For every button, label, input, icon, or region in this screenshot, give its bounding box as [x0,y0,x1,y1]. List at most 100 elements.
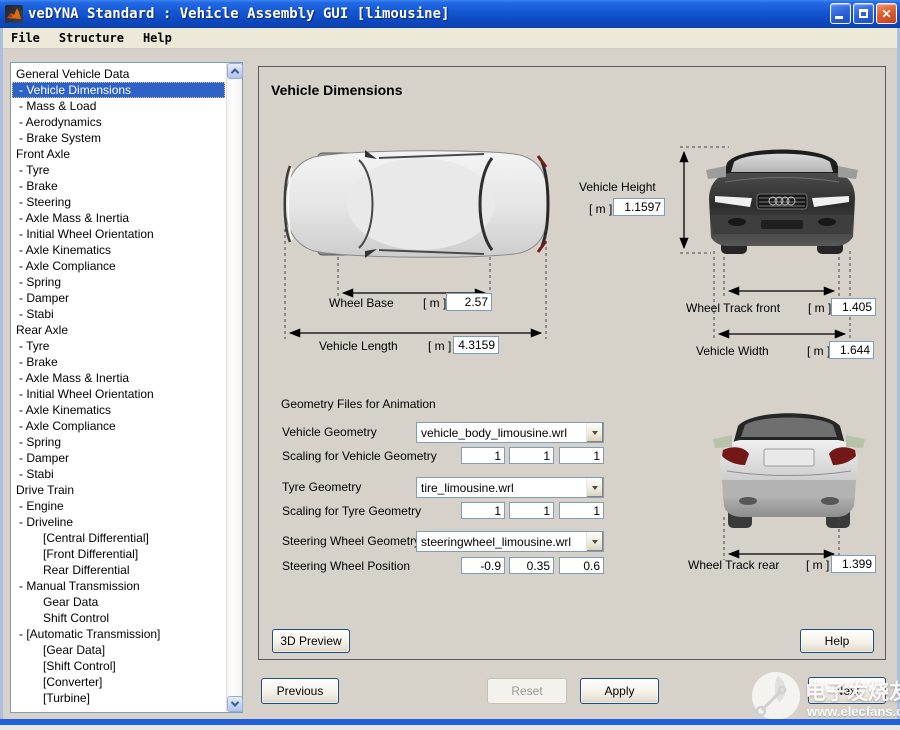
list-item[interactable]: - Stabi [12,306,225,322]
vehicle-length-label: Vehicle Length [319,339,398,353]
list-item[interactable]: - Driveline [12,514,225,530]
vehicle-scaling-y-input[interactable] [509,447,554,464]
list-item[interactable]: - Engine [12,498,225,514]
previous-button[interactable]: Previous [261,678,339,704]
list-item[interactable]: - Axle Compliance [12,258,225,274]
list-item[interactable]: - Brake [12,354,225,370]
list-item[interactable]: Front Axle [12,146,225,162]
vehicle-dimensions-panel: Vehicle Dimensions [258,66,886,660]
sidebar-list: General Vehicle Data- Vehicle Dimensions… [12,66,225,710]
preview-3d-button[interactable]: 3D Preview [272,629,350,653]
close-button[interactable]: ✕ [876,3,897,24]
wheel-track-front-label: Wheel Track front [686,301,780,315]
list-item[interactable]: - Aerodynamics [12,114,225,130]
vehicle-scaling-x-input[interactable] [461,447,505,464]
scrollbar[interactable] [226,63,242,712]
window-border-shadow [0,725,900,730]
wheel-base-input[interactable] [446,293,492,311]
list-item[interactable]: - Steering [12,194,225,210]
list-item[interactable]: - Vehicle Dimensions [12,82,225,98]
reset-button[interactable]: Reset [487,678,567,704]
steering-position-y-input[interactable] [509,557,554,574]
vehicle-length-input[interactable] [453,336,499,354]
steering-geometry-dropdown[interactable]: steeringwheel_limousine.wrl [416,531,604,552]
list-item[interactable]: - Spring [12,434,225,450]
list-item[interactable]: [Gear Data] [12,642,225,658]
menu-file[interactable]: File [8,30,43,46]
tyre-scaling-x-input[interactable] [461,502,505,519]
wheel-track-rear-unit: [ m ] [806,558,829,572]
list-item[interactable]: - Brake [12,178,225,194]
list-item[interactable]: - Tyre [12,338,225,354]
list-item[interactable]: [Central Differential] [12,530,225,546]
list-item[interactable]: [Converter] [12,674,225,690]
wheel-track-front-input[interactable] [831,298,876,316]
steering-geometry-dropdown-button[interactable] [586,532,603,551]
close-icon: ✕ [881,8,891,20]
list-item[interactable]: Rear Axle [12,322,225,338]
vehicle-height-input[interactable] [613,198,665,216]
vehicle-height-unit: [ m ] [589,202,612,216]
tyre-geometry-dropdown[interactable]: tire_limousine.wrl [416,477,604,498]
list-item[interactable]: [Turbine] [12,690,225,706]
tyre-scaling-label: Scaling for Tyre Geometry [282,504,421,518]
wheel-track-front-unit: [ m ] [808,301,831,315]
list-item[interactable]: General Vehicle Data [12,66,225,82]
wheel-base-unit: [ m ] [423,296,446,310]
list-item[interactable]: [Front Differential] [12,546,225,562]
tyre-scaling-y-input[interactable] [509,502,554,519]
scroll-up-button[interactable] [227,63,243,79]
apply-button[interactable]: Apply [580,678,659,704]
wheel-base-label: Wheel Base [329,296,394,310]
next-button[interactable]: Next [808,677,886,704]
minimize-button[interactable] [830,3,851,24]
vehicle-scaling-label: Scaling for Vehicle Geometry [282,449,437,463]
list-item[interactable]: - Brake System [12,130,225,146]
wheel-track-rear-input[interactable] [831,555,876,573]
menu-help[interactable]: Help [140,30,175,46]
menu-structure[interactable]: Structure [56,30,127,46]
chevron-down-icon [592,431,598,435]
vehicle-width-input[interactable] [829,341,874,359]
list-item[interactable]: - Mass & Load [12,98,225,114]
chevron-up-icon [231,68,239,76]
tyre-scaling-z-input[interactable] [559,502,604,519]
vehicle-height-label: Vehicle Height [579,180,656,194]
list-item[interactable]: - Spring [12,274,225,290]
window-title: veDYNA Standard : Vehicle Assembly GUI [… [28,6,449,22]
list-item[interactable]: Rear Differential [12,562,225,578]
list-item[interactable]: - Initial Wheel Orientation [12,386,225,402]
scroll-down-button[interactable] [227,696,243,712]
app-window: veDYNA Standard : Vehicle Assembly GUI [… [0,0,900,730]
list-item[interactable]: Gear Data [12,594,225,610]
list-item[interactable]: - Damper [12,450,225,466]
list-item[interactable]: - Manual Transmission [12,578,225,594]
help-button[interactable]: Help [800,629,874,653]
list-item[interactable]: - [Automatic Transmission] [12,626,225,642]
watermark-logo-icon [748,666,804,726]
list-item[interactable]: - Axle Mass & Inertia [12,210,225,226]
geometry-section-label: Geometry Files for Animation [281,397,436,411]
steering-position-x-input[interactable] [461,557,505,574]
vehicle-geometry-dropdown-button[interactable] [586,423,603,442]
list-item[interactable]: - Initial Wheel Orientation [12,226,225,242]
tyre-geometry-dropdown-button[interactable] [586,478,603,497]
vehicle-scaling-z-input[interactable] [559,447,604,464]
list-item[interactable]: - Axle Mass & Inertia [12,370,225,386]
maximize-button[interactable] [853,3,874,24]
list-item[interactable]: [Shift Control] [12,658,225,674]
vehicle-geometry-dropdown[interactable]: vehicle_body_limousine.wrl [416,422,604,443]
list-item[interactable]: Drive Train [12,482,225,498]
steering-position-z-input[interactable] [559,557,604,574]
list-item[interactable]: - Tyre [12,162,225,178]
list-item[interactable]: - Axle Kinematics [12,402,225,418]
list-item[interactable]: - Stabi [12,466,225,482]
chevron-down-icon [592,540,598,544]
title-bar: veDYNA Standard : Vehicle Assembly GUI [… [0,0,900,28]
list-item[interactable]: - Axle Compliance [12,418,225,434]
list-item[interactable]: - Damper [12,290,225,306]
list-item[interactable]: Shift Control [12,610,225,626]
list-item[interactable]: - Axle Kinematics [12,242,225,258]
wheel-track-rear-label: Wheel Track rear [688,558,779,572]
vehicle-geometry-label: Vehicle Geometry [282,425,377,439]
